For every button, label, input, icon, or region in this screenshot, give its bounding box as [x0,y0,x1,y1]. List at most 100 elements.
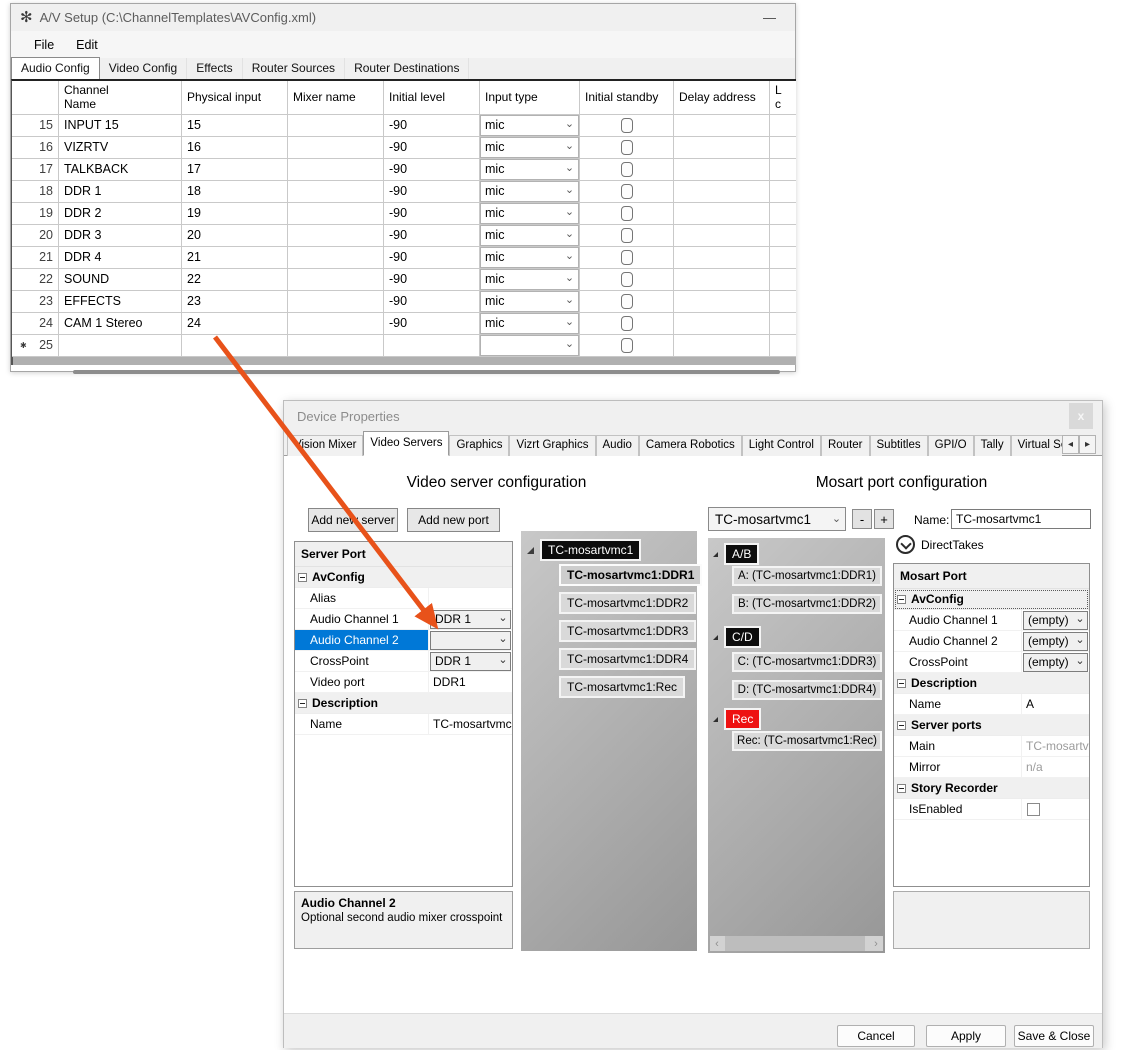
expander-icon[interactable] [527,547,534,554]
minimize-button[interactable]: — [753,10,786,25]
cell-initial-level[interactable]: -90 [384,181,480,202]
cell-physical-input[interactable]: 22 [182,269,288,290]
cell-clipped[interactable] [770,335,796,356]
row-selector[interactable]: 15 [12,115,59,136]
cell-clipped[interactable] [770,137,796,158]
cell-delay-address[interactable] [674,335,770,356]
video-port-value[interactable]: DDR1 [429,672,512,692]
property-label-selected[interactable]: Audio Channel 2 [295,630,429,650]
row-selector[interactable]: 22 [12,269,59,290]
cancel-button[interactable]: Cancel [837,1025,915,1047]
tab-audio-config[interactable]: Audio Config [11,57,100,79]
collapse-minus-icon[interactable] [897,679,906,688]
cell-mixer-name[interactable] [288,115,384,136]
tree-horizontal-scrollbar[interactable]: ‹ › [710,936,883,951]
cell-mixer-name[interactable] [288,291,384,312]
cell-physical-input[interactable] [182,335,288,356]
initial-standby-checkbox[interactable] [621,118,633,133]
add-port-button[interactable]: + [874,509,894,529]
scroll-left-icon[interactable]: ‹ [710,938,724,950]
cell-clipped[interactable] [770,247,796,268]
col-header-clipped[interactable]: L c [770,81,796,114]
row-selector[interactable]: 21 [12,247,59,268]
cell-delay-address[interactable] [674,181,770,202]
category-avconfig[interactable]: AvConfig [894,589,1089,610]
expander-icon[interactable] [713,635,718,640]
property-label[interactable]: Alias [295,588,429,608]
initial-standby-checkbox[interactable] [621,228,633,243]
cell-channel-name[interactable]: SOUND [59,269,182,290]
input-type-dropdown[interactable]: mic [480,181,579,202]
row-selector[interactable]: 16 [12,137,59,158]
cell-physical-input[interactable]: 15 [182,115,288,136]
mosart-server-select[interactable]: TC-mosartvmc1 [708,507,846,531]
name-value[interactable]: TC-mosartvmc [429,714,512,734]
col-header-initial-standby[interactable]: Initial standby [580,81,674,114]
cell-physical-input[interactable]: 16 [182,137,288,158]
col-header-initial-level[interactable]: Initial level [384,81,480,114]
tab-subtitles[interactable]: Subtitles [870,435,928,456]
tab-video-config[interactable]: Video Config [100,58,188,79]
input-type-dropdown[interactable]: mic [480,269,579,290]
crosspoint-dropdown[interactable]: DDR 1 [430,652,511,671]
cell-physical-input[interactable]: 21 [182,247,288,268]
cell-channel-name[interactable]: DDR 3 [59,225,182,246]
cell-clipped[interactable] [770,181,796,202]
initial-standby-checkbox[interactable] [621,206,633,221]
cell-mixer-name[interactable] [288,269,384,290]
cell-initial-level[interactable]: -90 [384,137,480,158]
input-type-dropdown[interactable]: mic [480,313,579,334]
cell-initial-level[interactable]: -90 [384,291,480,312]
cell-mixer-name[interactable] [288,247,384,268]
tab-scroll-right-icon[interactable] [1079,435,1096,454]
col-header-physical-input[interactable]: Physical input [182,81,288,114]
collapse-minus-icon[interactable] [897,595,906,604]
collapse-minus-icon[interactable] [897,721,906,730]
row-selector[interactable]: 24 [12,313,59,334]
server-port-node[interactable]: TC-mosartvmc1:DDR3 [559,620,696,642]
port-node-d[interactable]: D: (TC-mosartvmc1:DDR4) [732,680,882,700]
cell-clipped[interactable] [770,203,796,224]
property-label[interactable]: Name [894,694,1022,714]
tab-virtual-set[interactable]: Virtual Set [1011,435,1062,456]
cell-clipped[interactable] [770,291,796,312]
initial-standby-checkbox[interactable] [621,294,633,309]
cell-mixer-name[interactable] [288,159,384,180]
server-port-node[interactable]: TC-mosartvmc1:Rec [559,676,685,698]
cell-mixer-name[interactable] [288,335,384,356]
horizontal-scrollbar[interactable] [11,367,796,377]
audio-channel-1-dropdown[interactable]: (empty) [1023,611,1088,630]
port-group-ab[interactable]: A/B [724,543,759,565]
input-type-dropdown[interactable]: mic [480,225,579,246]
input-type-dropdown[interactable]: mic [480,115,579,136]
property-label[interactable]: IsEnabled [894,799,1022,819]
property-label[interactable]: Name [295,714,429,734]
input-type-dropdown[interactable]: mic [480,291,579,312]
cell-physical-input[interactable]: 20 [182,225,288,246]
apply-button[interactable]: Apply [926,1025,1006,1047]
col-header-delay-address[interactable]: Delay address [674,81,770,114]
input-type-dropdown[interactable] [480,335,579,356]
cell-channel-name[interactable] [59,335,182,356]
input-type-dropdown[interactable]: mic [480,137,579,158]
category-server-ports[interactable]: Server ports [894,715,1089,736]
cell-clipped[interactable] [770,115,796,136]
tab-light-control[interactable]: Light Control [742,435,821,456]
cell-channel-name[interactable]: VIZRTV [59,137,182,158]
cell-channel-name[interactable]: DDR 1 [59,181,182,202]
audio-channel-2-dropdown[interactable] [430,631,511,650]
property-label[interactable]: Video port [295,672,429,692]
initial-standby-checkbox[interactable] [621,338,633,353]
initial-standby-checkbox[interactable] [621,250,633,265]
tab-router[interactable]: Router [821,435,870,456]
property-label[interactable]: Mirror [894,757,1022,777]
crosspoint-dropdown[interactable]: (empty) [1023,653,1088,672]
cell-delay-address[interactable] [674,159,770,180]
port-node-b[interactable]: B: (TC-mosartvmc1:DDR2) [732,594,882,614]
port-node-rec[interactable]: Rec: (TC-mosartvmc1:Rec) [732,731,882,751]
cell-delay-address[interactable] [674,313,770,334]
cell-delay-address[interactable] [674,269,770,290]
property-label[interactable]: CrossPoint [894,652,1022,672]
tab-router-destinations[interactable]: Router Destinations [345,58,469,79]
cell-clipped[interactable] [770,269,796,290]
